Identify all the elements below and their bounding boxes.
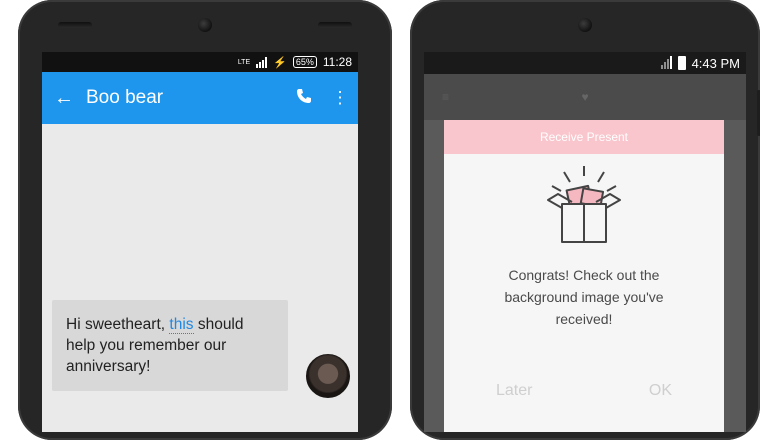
receive-present-dialog: Receive Present Congrats! Check out the … bbox=[444, 120, 724, 432]
gift-box-icon bbox=[534, 164, 634, 254]
back-arrow-icon[interactable]: ← bbox=[42, 87, 86, 110]
status-bar: 4:43 PM bbox=[424, 52, 746, 74]
left-phone: LTE ⚡ 65% 11:28 ← Boo bear ⋮ Hi sweethea… bbox=[18, 0, 392, 440]
charging-bolt-icon: ⚡ bbox=[273, 56, 287, 69]
signal-icon bbox=[660, 55, 672, 69]
speaker-grille bbox=[318, 22, 352, 28]
speaker-grille bbox=[58, 22, 92, 28]
left-screen: LTE ⚡ 65% 11:28 ← Boo bear ⋮ Hi sweethea… bbox=[42, 52, 358, 432]
overflow-menu-icon[interactable]: ⋮ bbox=[322, 88, 358, 108]
front-camera bbox=[578, 18, 592, 32]
incoming-message-bubble: Hi sweetheart, this should help you reme… bbox=[52, 300, 288, 391]
battery-icon bbox=[677, 56, 686, 70]
avatar[interactable] bbox=[304, 352, 352, 400]
front-camera bbox=[198, 18, 212, 32]
dialog-header: Receive Present bbox=[444, 120, 724, 154]
phone-icon[interactable] bbox=[286, 88, 322, 109]
dimmed-app-bar: ≡ ♥ bbox=[424, 74, 746, 120]
signal-icon bbox=[256, 56, 268, 68]
dialog-message: Congrats! Check out the background image… bbox=[504, 267, 664, 327]
ok-button[interactable]: OK bbox=[649, 382, 672, 412]
right-phone: 4:43 PM ≡ ♥ Receive Present Congrats! Ch… bbox=[410, 0, 760, 440]
message-link[interactable]: this bbox=[169, 316, 194, 334]
message-text-start: Hi sweetheart, bbox=[66, 316, 170, 333]
clock: 4:43 PM bbox=[691, 55, 740, 71]
status-bar: LTE ⚡ 65% 11:28 bbox=[42, 52, 358, 72]
right-screen: 4:43 PM ≡ ♥ Receive Present Congrats! Ch… bbox=[424, 52, 746, 432]
dialog-buttons: Later OK bbox=[444, 382, 724, 412]
later-button[interactable]: Later bbox=[496, 382, 532, 412]
conversation-app-bar: ← Boo bear ⋮ bbox=[42, 72, 358, 124]
contact-name: Boo bear bbox=[86, 87, 164, 108]
network-label: LTE bbox=[237, 58, 251, 66]
clock: 11:28 bbox=[322, 55, 352, 69]
dimmed-menu-icon: ≡ bbox=[442, 90, 450, 104]
power-button bbox=[757, 90, 760, 136]
battery-icon: 65% bbox=[292, 56, 317, 68]
dimmed-logo: ♥ bbox=[581, 90, 589, 104]
